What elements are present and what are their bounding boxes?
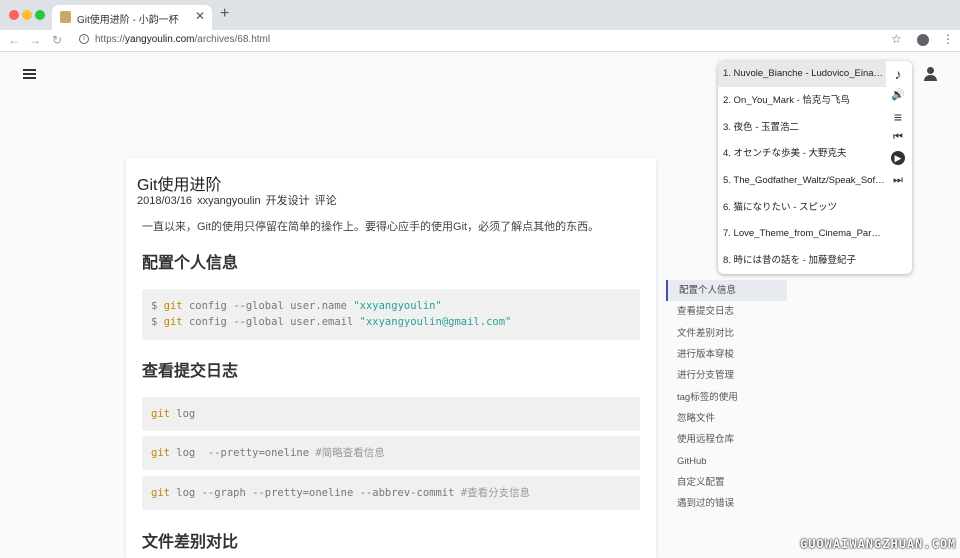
- music-player-playlist: 1. Nuvole_Bianche - Ludovico_Einaudi 2. …: [718, 61, 912, 274]
- back-button[interactable]: ←: [8, 33, 20, 47]
- favicon-icon: [60, 11, 71, 23]
- toc-item[interactable]: 进行版本穿梭: [666, 344, 787, 365]
- account-icon[interactable]: [917, 34, 929, 46]
- bookmark-star-icon[interactable]: ☆: [891, 32, 902, 46]
- article-intro: 一直以来，Git的使用只停留在简单的操作上。要得心应手的使用Git，必须了解点其…: [142, 221, 600, 233]
- article-comments-link[interactable]: 评论: [315, 195, 337, 207]
- toc-item[interactable]: 忽略文件: [666, 408, 787, 429]
- toc-item[interactable]: 文件差别对比: [666, 323, 787, 344]
- code-block: $ git config --global user.name "xxyangy…: [142, 289, 640, 340]
- next-track-icon[interactable]: ⏭: [888, 174, 908, 187]
- close-window-button[interactable]: [9, 10, 19, 20]
- url-host: yangyoulin.com: [125, 34, 195, 45]
- toc-item[interactable]: tag标签的使用: [666, 387, 787, 408]
- playlist-track[interactable]: 3. 夜色 - 玉置浩二: [718, 115, 886, 141]
- code-block: git log --graph --pretty=oneline --abbre…: [142, 476, 640, 510]
- toc-item[interactable]: 配置个人信息: [666, 280, 787, 301]
- playlist-track[interactable]: 8. 時には昔の話を - 加藤登紀子: [718, 248, 886, 274]
- toc-item[interactable]: 自定义配置: [666, 472, 787, 493]
- menu-kebab-icon[interactable]: ⋮: [942, 32, 954, 46]
- article-category[interactable]: 开发设计: [266, 195, 310, 207]
- playlist-track[interactable]: 2. On_You_Mark - 恰克与飞鸟: [718, 88, 886, 114]
- site-info-icon[interactable]: i: [79, 34, 89, 44]
- playlist-track[interactable]: 7. Love_Theme_from_Cinema_Paradiso: [718, 221, 886, 247]
- toc-item[interactable]: GitHub: [666, 451, 787, 472]
- toc-item[interactable]: 使用远程仓库: [666, 429, 787, 450]
- play-icon[interactable]: ▶: [891, 151, 905, 165]
- previous-track-icon[interactable]: ⏮: [888, 131, 908, 144]
- article-card: Git使用进阶 2018/03/16 xxyangyoulin 开发设计 评论 一直以…: [126, 158, 656, 558]
- playlist-track[interactable]: 1. Nuvole_Bianche - Ludovico_Einaudi: [718, 61, 886, 87]
- person-icon[interactable]: [924, 67, 937, 81]
- article-author[interactable]: xxyangyoulin: [197, 195, 261, 207]
- url-scheme: https://: [95, 34, 126, 45]
- reload-button[interactable]: ↻: [52, 33, 62, 47]
- section-heading: 文件差别对比: [142, 534, 239, 551]
- playlist-track[interactable]: 6. 猫になりたい - スピッツ: [718, 195, 886, 221]
- music-note-icon[interactable]: ♪: [888, 66, 908, 82]
- address-bar[interactable]: https://yangyoulin.com/archives/68.html: [95, 34, 270, 45]
- volume-icon[interactable]: 🔊: [888, 88, 908, 101]
- playlist-track[interactable]: 5. The_Godfather_Waltz/Speak_Softly_Love: [718, 168, 886, 194]
- tab-title: Git使用进阶 - 小韵一杯: [77, 15, 179, 26]
- new-tab-button[interactable]: +: [220, 6, 229, 22]
- section-heading: 查看提交日志: [142, 363, 239, 380]
- article-date: 2018/03/16: [137, 195, 193, 207]
- playlist-toggle-icon[interactable]: ≡: [888, 109, 908, 125]
- toc-item[interactable]: 查看提交日志: [666, 301, 787, 322]
- playlist-track[interactable]: 4. オセンチな歩美 - 大野克夫: [718, 141, 886, 167]
- hamburger-menu-icon[interactable]: [23, 69, 36, 79]
- browser-tab[interactable]: Git使用进阶 - 小韵一杯 ✕: [52, 5, 212, 30]
- section-heading: 配置个人信息: [142, 255, 239, 272]
- code-block: git log --pretty=oneline #简略查看信息: [142, 436, 640, 470]
- toc-item[interactable]: 进行分支管理: [666, 365, 787, 386]
- forward-button[interactable]: →: [29, 33, 41, 47]
- maximize-window-button[interactable]: [35, 10, 45, 20]
- watermark: GUOWAIWANGZHUAN.COM: [800, 537, 957, 551]
- tab-close-icon[interactable]: ✕: [195, 9, 205, 23]
- article-meta: 2018/03/16 xxyangyoulin 开发设计 评论: [137, 192, 342, 208]
- toc-item[interactable]: 遇到过的错误: [666, 493, 787, 514]
- browser-toolbar: ← → ↻ i https://yangyoulin.com/archives/…: [0, 30, 960, 52]
- code-block: git log: [142, 397, 640, 431]
- browser-titlebar: Git使用进阶 - 小韵一杯 ✕ +: [0, 0, 960, 30]
- url-path: /archives/68.html: [194, 34, 271, 45]
- minimize-window-button[interactable]: [22, 10, 32, 20]
